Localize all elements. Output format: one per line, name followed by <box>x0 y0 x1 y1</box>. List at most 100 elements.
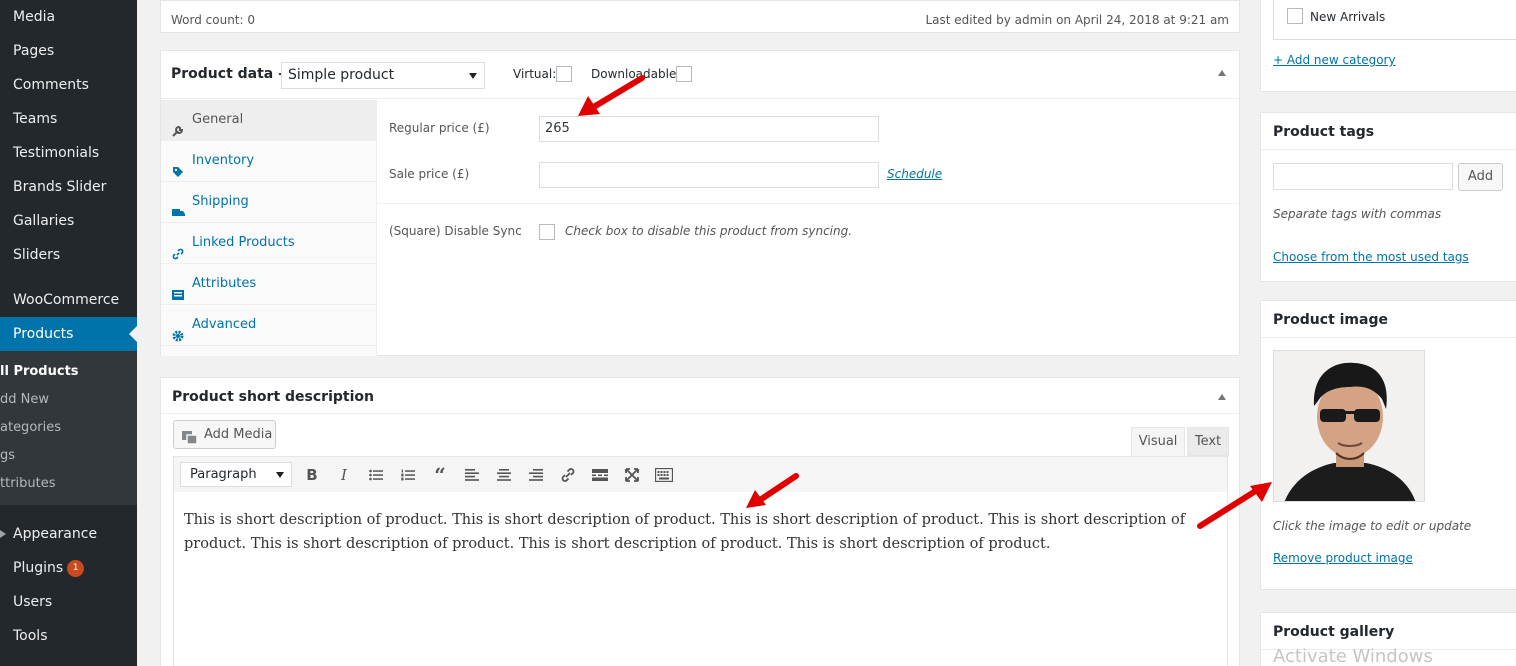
category-checkbox[interactable] <box>1287 8 1303 24</box>
menu-media[interactable]: Media <box>0 0 137 34</box>
numbered-list-button[interactable] <box>398 465 418 485</box>
wrench-icon <box>172 114 184 137</box>
chevron-down-icon <box>469 73 477 79</box>
add-media-label: Add Media <box>204 427 273 442</box>
square-sync-description: Check box to disable this product from s… <box>565 224 853 238</box>
bullet-list-button[interactable] <box>366 465 386 485</box>
remove-product-image-link[interactable]: Remove product image <box>1273 551 1413 565</box>
toolbar-toggle-button[interactable] <box>654 465 674 485</box>
annotation-arrow-icon <box>1197 482 1272 529</box>
tab-inventory[interactable]: Inventory <box>161 141 376 182</box>
tab-attributes[interactable]: Attributes <box>161 264 376 305</box>
tags-input[interactable] <box>1273 163 1453 190</box>
menu-brands-slider[interactable]: Brands Slider <box>0 170 137 204</box>
add-new-category-link[interactable]: + Add new category <box>1273 53 1396 67</box>
italic-button[interactable]: I <box>334 465 354 485</box>
menu-label: Pages <box>13 43 55 59</box>
schedule-link[interactable]: Schedule <box>887 167 942 181</box>
choose-most-used-tags-link[interactable]: Choose from the most used tags <box>1273 250 1469 264</box>
tab-text[interactable]: Text <box>1187 427 1229 456</box>
submenu-categories[interactable]: ategories <box>0 414 61 442</box>
short-description-panel: Product short description Add Media Visu… <box>160 377 1240 666</box>
menu-gallaries[interactable]: Gallaries <box>0 204 137 238</box>
product-image-panel: Product image Click the image to edit or… <box>1260 300 1516 590</box>
menu-label: Users <box>13 594 53 610</box>
product-image-title: Product image <box>1273 312 1388 328</box>
add-tag-button[interactable]: Add <box>1458 163 1503 191</box>
truck-icon <box>172 196 185 216</box>
menu-users[interactable]: Users <box>0 585 137 619</box>
read-more-button[interactable] <box>590 465 610 485</box>
align-right-icon <box>529 469 543 481</box>
general-tab-panel: Regular price (£) 265 Sale price (£) Sch… <box>377 100 1239 356</box>
product-gallery-title: Product gallery <box>1273 624 1395 640</box>
tab-general[interactable]: General <box>161 100 376 141</box>
menu-label: Tools <box>13 628 48 644</box>
gear-icon <box>172 319 184 342</box>
align-left-button[interactable] <box>462 465 482 485</box>
tab-visual-label: Visual <box>1138 434 1178 449</box>
blockquote-button[interactable]: “ <box>430 463 450 487</box>
product-categories-panel: New Arrivals + Add new category <box>1260 0 1516 92</box>
update-count-badge: 1 <box>67 560 85 577</box>
menu-appearance[interactable]: Appearance <box>0 517 137 551</box>
tags-hint: Separate tags with commas <box>1273 207 1442 221</box>
menu-label: Media <box>13 9 56 25</box>
submenu-attributes[interactable]: ttributes <box>0 470 56 498</box>
product-image-thumbnail[interactable] <box>1273 350 1425 502</box>
collapse-toggle-icon[interactable] <box>1218 70 1226 76</box>
tab-label: Advanced <box>192 317 257 332</box>
menu-woocommerce[interactable]: WooCommerce <box>0 283 137 317</box>
submenu-all-products[interactable]: ll Products <box>0 358 79 386</box>
read-more-icon <box>592 469 608 481</box>
square-sync-label: (Square) Disable Sync <box>389 224 522 238</box>
product-type-value: Simple product <box>288 67 395 83</box>
menu-comments[interactable]: Comments <box>0 68 137 102</box>
menu-teams[interactable]: Teams <box>0 102 137 136</box>
annotation-arrow-icon <box>578 75 645 116</box>
menu-testimonials[interactable]: Testimonials <box>0 136 137 170</box>
virtual-label: Virtual: <box>513 67 557 81</box>
category-label: New Arrivals <box>1310 10 1386 24</box>
tab-advanced[interactable]: Advanced <box>161 305 376 346</box>
tab-label: Attributes <box>192 276 257 291</box>
collapse-toggle-icon[interactable] <box>1218 394 1226 400</box>
tab-text-label: Text <box>1194 434 1222 449</box>
menu-label: Teams <box>13 111 58 127</box>
add-media-button[interactable]: Add Media <box>173 420 276 449</box>
tab-visual[interactable]: Visual <box>1131 427 1185 456</box>
short-description-editor[interactable]: This is short description of product. Th… <box>173 492 1228 666</box>
product-tags-title: Product tags <box>1273 124 1375 140</box>
sale-price-input[interactable] <box>539 162 879 188</box>
tab-linked-products[interactable]: Linked Products <box>161 223 376 264</box>
menu-tools[interactable]: Tools <box>0 619 137 653</box>
menu-label: Plugins <box>13 560 64 576</box>
product-type-select[interactable]: Simple product <box>281 62 485 89</box>
align-center-button[interactable] <box>494 465 514 485</box>
post-status-info: Word count: 0 Last edited by admin on Ap… <box>160 0 1240 33</box>
align-left-icon <box>465 469 479 481</box>
menu-plugins[interactable]: Plugins 1 <box>0 551 137 585</box>
product-data-title: Product data — <box>171 66 293 82</box>
align-center-icon <box>497 469 511 481</box>
menu-products[interactable]: Products <box>0 317 137 351</box>
downloadable-checkbox[interactable] <box>676 66 692 82</box>
menu-pages[interactable]: Pages <box>0 34 137 68</box>
chevron-down-icon <box>276 472 284 478</box>
insert-link-button[interactable] <box>558 465 578 485</box>
menu-sliders[interactable]: Sliders <box>0 238 137 272</box>
fullscreen-button[interactable] <box>622 465 642 485</box>
tab-shipping[interactable]: Shipping <box>161 182 376 223</box>
square-sync-checkbox[interactable] <box>539 224 555 240</box>
tab-label: Inventory <box>192 153 255 168</box>
align-right-button[interactable] <box>526 465 546 485</box>
format-select[interactable]: Paragraph <box>180 462 292 487</box>
sale-price-label: Sale price (£) <box>389 167 470 181</box>
submenu-add-new[interactable]: dd New <box>0 386 49 414</box>
bold-button[interactable]: B <box>302 465 322 485</box>
divider <box>1261 149 1516 150</box>
tab-label: Linked Products <box>192 235 295 250</box>
menu-label: Comments <box>13 77 89 93</box>
menu-label: Sliders <box>13 247 61 263</box>
submenu-tags[interactable]: gs <box>0 442 15 470</box>
